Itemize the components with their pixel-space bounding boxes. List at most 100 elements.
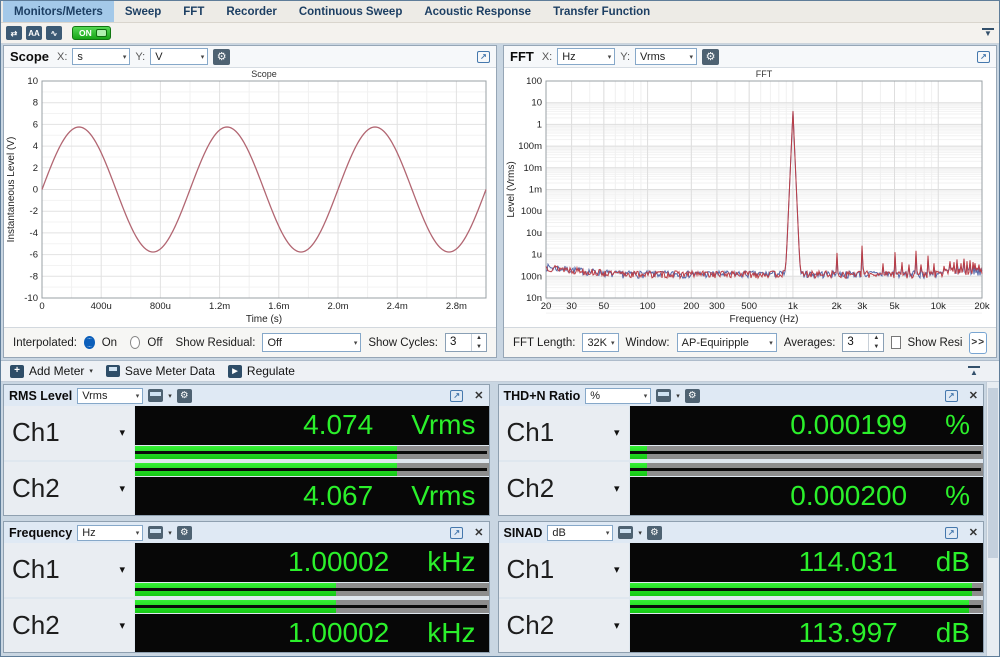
channel-label[interactable]: Ch1▾ [499,406,629,460]
level-bar [135,446,489,459]
meter-display-style-icon[interactable] [148,389,163,402]
pin-meters-icon[interactable]: ▲ [968,366,980,377]
fft-panel: FFT X: Hz ▾ Y: Vrms ▾ ⚙ ↗ 100101100m10m1… [503,45,997,358]
meter-display-style-icon[interactable] [656,389,671,402]
meter-close-icon[interactable]: ✕ [969,526,978,539]
chevron-down-icon: ▾ [676,392,680,400]
svg-text:100u: 100u [521,206,542,217]
meter-settings-gear-icon[interactable]: ⚙ [647,526,662,540]
io-connector-icon[interactable]: ⇄ [6,26,22,40]
level-bar [135,583,489,596]
meter-settings-gear-icon[interactable]: ⚙ [177,526,192,540]
tab-fft[interactable]: FFT [172,1,215,22]
channel-label[interactable]: Ch1▾ [4,406,134,460]
channel-label[interactable]: Ch1▾ [499,543,629,597]
show-residual-select[interactable]: Off ▾ [262,333,361,352]
fft-x-unit-select[interactable]: Hz ▾ [557,48,615,65]
svg-text:30: 30 [566,301,577,312]
chevron-down-icon: ▾ [644,392,648,400]
svg-text:-6: -6 [30,250,38,261]
meter-popout-icon[interactable]: ↗ [945,527,958,539]
svg-text:1.2m: 1.2m [209,301,230,312]
fft-settings-gear-icon[interactable]: ⚙ [702,49,719,65]
svg-text:1.6m: 1.6m [268,301,289,312]
channel-label[interactable]: Ch2▾ [4,462,134,516]
tab-sweep[interactable]: Sweep [114,1,172,22]
svg-text:100n: 100n [521,271,542,282]
sinad-meter-header: SINADdB▾▾⚙↗✕ [499,522,984,543]
channel-value: 1.00002 [288,617,389,649]
fft-y-unit-select[interactable]: Vrms ▾ [635,48,697,65]
scope-settings-gear-icon[interactable]: ⚙ [213,49,230,65]
channel-display: 114.031dB [630,543,984,582]
on-toggle-label: ON [79,28,92,38]
svg-text:-8: -8 [30,271,38,282]
scope-panel: Scope X: s ▾ Y: V ▾ ⚙ ↗ -10-8-6-4-202468… [3,45,497,358]
level-bar [630,600,984,613]
channel-meter: 1.00002kHz [135,543,489,597]
window-select[interactable]: AP-Equiripple ▾ [677,333,777,352]
meter-unit-select[interactable]: %▾ [585,388,651,404]
meter-close-icon[interactable]: ✕ [474,389,483,402]
scope-y-unit-select[interactable]: V ▾ [150,48,208,65]
meters-scrollbar[interactable] [986,382,999,656]
scope-x-unit-select[interactable]: s ▾ [72,48,130,65]
meter-unit-select[interactable]: dB▾ [547,525,613,541]
tab-monitors-meters[interactable]: Monitors/Meters [3,1,114,22]
tab-acoustic-response[interactable]: Acoustic Response [413,1,542,22]
meter-display-style-icon[interactable] [148,526,163,539]
meter-close-icon[interactable]: ✕ [969,389,978,402]
show-cycles-stepper[interactable]: 3 ▲ ▼ [445,333,487,352]
meter-display-style-icon[interactable] [618,526,633,539]
scrollbar-thumb[interactable] [988,388,998,558]
meter-unit-select[interactable]: Hz▾ [77,525,143,541]
channel-label[interactable]: Ch1▾ [4,543,134,597]
regulate-button[interactable]: ▶ Regulate [224,361,299,381]
text-size-icon[interactable]: AA [26,26,42,40]
tab-continuous-sweep[interactable]: Continuous Sweep [288,1,414,22]
level-bar [135,600,489,613]
show-residual-checkbox[interactable] [891,336,900,349]
stepper-down-icon[interactable]: ▼ [869,343,883,352]
fft-length-select[interactable]: 32K ▾ [582,333,618,352]
averages-stepper[interactable]: 3 ▲ ▼ [842,333,884,352]
tab-recorder[interactable]: Recorder [215,1,288,22]
add-meter-button[interactable]: + Add Meter ▾ [6,361,97,381]
fft-popout-icon[interactable]: ↗ [977,51,990,63]
tab-transfer-function[interactable]: Transfer Function [542,1,661,22]
interpolated-on-radio[interactable] [84,336,95,349]
meter-popout-icon[interactable]: ↗ [450,390,463,402]
svg-text:200: 200 [683,301,699,312]
add-meter-label: Add Meter [29,364,84,378]
meter-settings-gear-icon[interactable]: ⚙ [177,389,192,403]
channel-label[interactable]: Ch2▾ [499,462,629,516]
generator-on-toggle[interactable]: ON [72,26,111,40]
meter-popout-icon[interactable]: ↗ [450,527,463,539]
channel-value: 1.00002 [288,546,389,578]
interpolated-label: Interpolated: [13,337,77,349]
rms-level-ch1-row: Ch1▾4.074Vrms [4,406,489,460]
chevron-down-icon: ▾ [168,529,172,537]
interpolated-off-radio[interactable] [130,336,140,349]
meter-popout-icon[interactable]: ↗ [945,390,958,402]
monitor-waveform-icon[interactable]: ∿ [46,26,62,40]
meter-toolbar: + Add Meter ▾ Save Meter Data ▶ Regulate… [1,360,999,382]
channel-value: 4.074 [303,409,373,441]
channel-label[interactable]: Ch2▾ [4,599,134,653]
more-controls-button[interactable]: >> [969,332,987,354]
channel-label[interactable]: Ch2▾ [499,599,629,653]
stepper-up-icon[interactable]: ▲ [472,334,486,343]
fft-length-label: FFT Length: [513,337,575,349]
channel-display: 4.074Vrms [135,406,489,445]
collapse-panel-icon[interactable]: ▼ [982,28,994,39]
meter-settings-gear-icon[interactable]: ⚙ [685,389,700,403]
frequency-meter-body: Ch1▾1.00002kHzCh2▾1.00002kHz [4,543,489,652]
save-meter-data-button[interactable]: Save Meter Data [102,361,219,381]
meter-close-icon[interactable]: ✕ [474,526,483,539]
svg-text:-10: -10 [24,293,38,304]
scope-popout-icon[interactable]: ↗ [477,51,490,63]
meter-unit-select[interactable]: Vrms▾ [77,388,143,404]
level-bar [630,463,984,476]
stepper-down-icon[interactable]: ▼ [472,343,486,352]
stepper-up-icon[interactable]: ▲ [869,334,883,343]
